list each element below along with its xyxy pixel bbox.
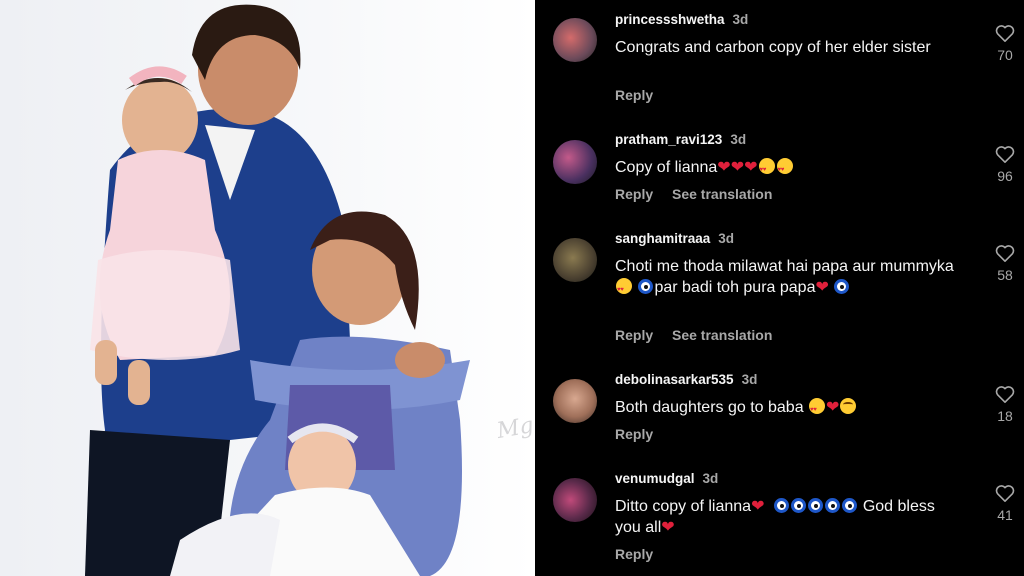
heart-eyes-emoji bbox=[616, 278, 632, 301]
like-count: 41 bbox=[997, 507, 1013, 523]
red-heart-emoji: ❤❤❤ bbox=[717, 159, 758, 176]
like-button[interactable]: 70 bbox=[993, 24, 1017, 63]
comment-age: 3d bbox=[730, 132, 747, 147]
like-button[interactable]: 18 bbox=[993, 385, 1017, 424]
red-heart-emoji: ❤ bbox=[661, 519, 675, 536]
comment-text: Copy of lianna❤❤❤ bbox=[615, 157, 955, 181]
nazar-amulet-emoji bbox=[842, 498, 858, 513]
nazar-amulet-emoji bbox=[834, 279, 850, 294]
family-photo-illustration bbox=[85, 4, 470, 576]
reply-button[interactable]: Reply bbox=[615, 327, 653, 343]
reply-button[interactable]: Reply bbox=[615, 546, 653, 562]
comment-age: 3d bbox=[732, 12, 749, 27]
nazar-amulet-emoji bbox=[791, 498, 807, 513]
avatar[interactable] bbox=[553, 478, 597, 522]
avatar[interactable] bbox=[553, 18, 597, 62]
avatar[interactable] bbox=[553, 379, 597, 423]
avatar[interactable] bbox=[553, 140, 597, 184]
comment-username[interactable]: princessshwetha 3d bbox=[615, 12, 748, 27]
reply-button[interactable]: Reply bbox=[615, 426, 653, 442]
see-translation-link[interactable]: See translation bbox=[672, 186, 772, 202]
like-count: 18 bbox=[997, 408, 1013, 424]
comment-text: Ditto copy of lianna❤ God bless you all❤ bbox=[615, 498, 935, 536]
nazar-amulet-emoji bbox=[808, 498, 824, 513]
heart-eyes-emoji bbox=[809, 398, 826, 421]
comment-username[interactable]: pratham_ravi123 3d bbox=[615, 132, 746, 147]
heart-outline-icon bbox=[995, 485, 1015, 502]
like-button[interactable]: 96 bbox=[993, 145, 1017, 184]
red-heart-emoji: ❤ bbox=[751, 498, 765, 515]
heart-eyes-emoji bbox=[758, 158, 775, 181]
comment-age: 3d bbox=[702, 471, 719, 486]
family-photo: Mg bbox=[0, 0, 535, 576]
heart-outline-icon bbox=[995, 386, 1015, 403]
red-heart-emoji: ❤ bbox=[826, 399, 840, 416]
red-heart-emoji: ❤ bbox=[815, 279, 829, 296]
like-count: 70 bbox=[997, 47, 1013, 63]
comment-username[interactable]: debolinasarkar535 3d bbox=[615, 372, 757, 387]
comment-age: 3d bbox=[718, 231, 735, 246]
reply-button[interactable]: Reply bbox=[615, 186, 653, 202]
comment-username[interactable]: venumudgal 3d bbox=[615, 471, 718, 486]
heart-outline-icon bbox=[995, 245, 1015, 262]
heart-eyes-emoji bbox=[776, 158, 793, 181]
nazar-amulet-emoji bbox=[774, 498, 790, 513]
avatar[interactable] bbox=[553, 238, 597, 282]
like-button[interactable]: 58 bbox=[993, 244, 1017, 283]
like-count: 58 bbox=[997, 267, 1013, 283]
reply-button[interactable]: Reply bbox=[615, 87, 653, 103]
comment-username[interactable]: sanghamitraaa 3d bbox=[615, 231, 734, 246]
like-count: 96 bbox=[997, 168, 1013, 184]
comment-text: Both daughters go to baba ❤ bbox=[615, 397, 955, 421]
nazar-amulet-emoji bbox=[825, 498, 841, 513]
see-translation-link[interactable]: See translation bbox=[672, 327, 772, 343]
grinning-sweat-emoji bbox=[840, 398, 857, 414]
nazar-amulet-emoji bbox=[638, 279, 654, 294]
heart-outline-icon bbox=[995, 146, 1015, 163]
comment-text: Congrats and carbon copy of her elder si… bbox=[615, 39, 931, 56]
comments-panel: princessshwetha 3d Congrats and carbon co… bbox=[535, 0, 1024, 576]
heart-outline-icon bbox=[995, 25, 1015, 42]
comment-age: 3d bbox=[741, 372, 758, 387]
comment-text: Choti me thoda milawat hai papa aur mumm… bbox=[615, 256, 955, 301]
like-button[interactable]: 41 bbox=[993, 484, 1017, 523]
